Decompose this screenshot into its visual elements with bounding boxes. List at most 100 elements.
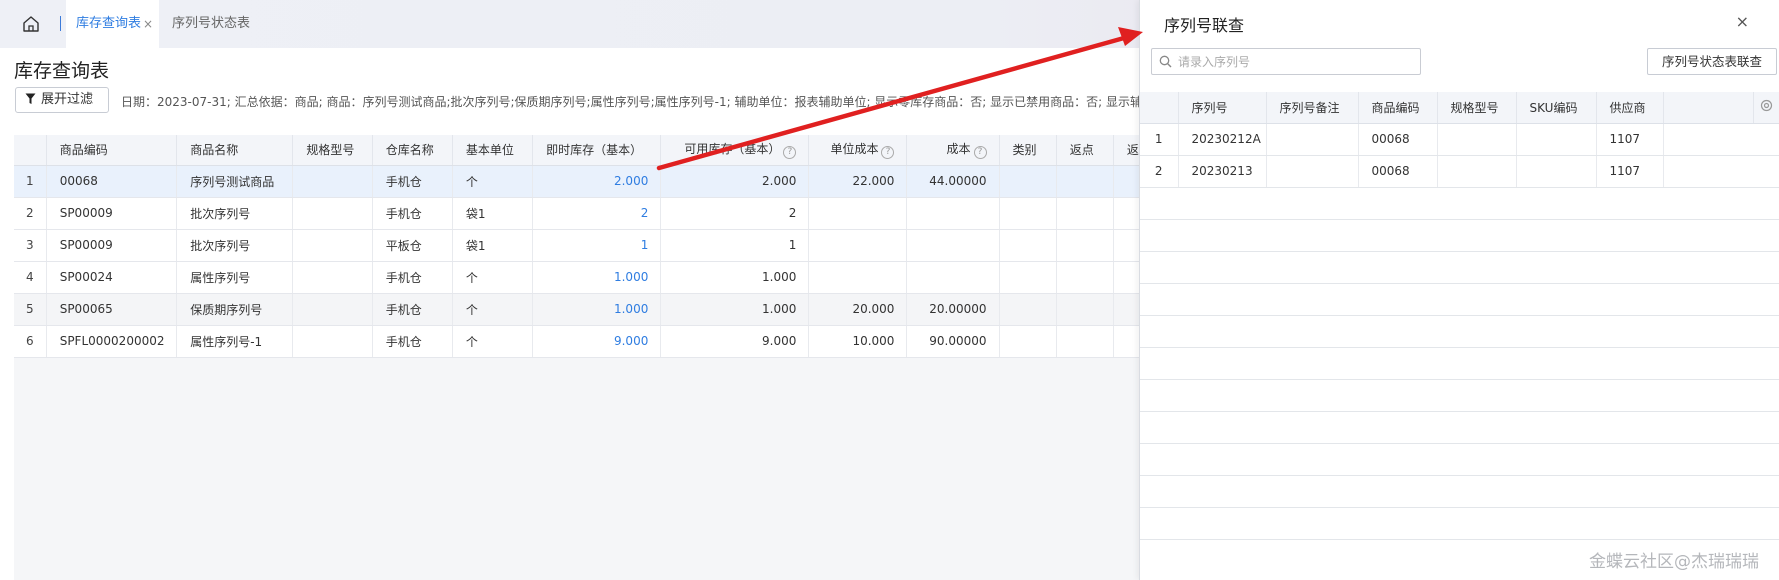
row-index: 5 bbox=[14, 293, 47, 326]
cell-spec bbox=[292, 293, 373, 326]
cell-available: 1 bbox=[660, 229, 810, 262]
table-row[interactable]: 3 SP00009 批次序列号 平板仓 袋1 1 1 bbox=[14, 229, 1141, 262]
col-header-code[interactable]: 商品编码 bbox=[1358, 92, 1438, 124]
col-header-code[interactable]: 商品编码 bbox=[46, 135, 178, 166]
cell-more bbox=[1113, 293, 1141, 326]
help-icon[interactable]: ? bbox=[881, 146, 895, 160]
cell-stock[interactable]: 2.000 bbox=[532, 165, 662, 198]
cell-more bbox=[1113, 197, 1141, 230]
cell-category bbox=[999, 165, 1057, 198]
cell-stock[interactable]: 2 bbox=[532, 197, 662, 230]
cell-serial: 20230213 bbox=[1178, 155, 1267, 188]
tab-label: 序列号状态表 bbox=[172, 16, 251, 31]
col-header-available[interactable]: 可用库存（基本）? bbox=[660, 135, 810, 166]
cell-serial: 20230212A bbox=[1178, 123, 1267, 156]
cell-category bbox=[999, 293, 1057, 326]
col-header-more[interactable]: 返 bbox=[1113, 135, 1141, 166]
tab-serial-status[interactable]: 序列号状态表 bbox=[172, 0, 250, 48]
cell-name: 属性序列号 bbox=[176, 261, 294, 294]
help-icon[interactable]: ? bbox=[783, 146, 797, 160]
col-header-index bbox=[1140, 92, 1179, 124]
empty-cell bbox=[1140, 379, 1779, 412]
help-icon[interactable]: ? bbox=[973, 146, 987, 160]
col-header-serial[interactable]: 序列号 bbox=[1178, 92, 1267, 124]
col-header-rebate[interactable]: 返点 bbox=[1056, 135, 1114, 166]
cell-unit-cost bbox=[808, 261, 908, 294]
cell-unit-cost: 22.000 bbox=[808, 165, 908, 198]
cell-stock[interactable]: 9.000 bbox=[532, 325, 662, 358]
empty-row bbox=[1140, 507, 1779, 540]
col-header-cost[interactable]: 成本? bbox=[906, 135, 1000, 166]
cell-spec bbox=[1437, 155, 1517, 188]
serial-search-input[interactable] bbox=[1178, 52, 1414, 71]
serial-grid-header-row: 序列号 序列号备注 商品编码 规格型号 SKU编码 供应商 bbox=[1140, 92, 1779, 124]
col-header-serial-note[interactable]: 序列号备注 bbox=[1266, 92, 1359, 124]
table-row[interactable]: 4 SP00024 属性序列号 手机仓个 1.000 1.000 bbox=[14, 261, 1141, 294]
cell-spec bbox=[292, 165, 373, 198]
row-index: 2 bbox=[1140, 155, 1179, 188]
empty-row bbox=[1140, 475, 1779, 508]
cell-more bbox=[1113, 261, 1141, 294]
empty-row bbox=[1140, 251, 1779, 284]
table-row[interactable]: 5 SP00065 保质期序列号 手机仓个 1.000 1.000 20.000 20.000… bbox=[14, 293, 1141, 326]
col-header-warehouse[interactable]: 仓库名称 bbox=[372, 135, 453, 166]
col-header-category[interactable]: 类别 bbox=[999, 135, 1057, 166]
serial-lookup-panel: 序列号联查 × 序列号状态表联查 序列号 序列号备注 商品编码 规格型号 SKU… bbox=[1139, 0, 1779, 580]
row-index: 1 bbox=[14, 165, 47, 198]
empty-row bbox=[1140, 315, 1779, 348]
tab-close-icon[interactable]: × bbox=[143, 0, 153, 48]
col-header-unit-cost[interactable]: 单位成本? bbox=[808, 135, 908, 166]
cell-code: SP00024 bbox=[46, 261, 178, 294]
col-header-supplier[interactable]: 供应商 bbox=[1596, 92, 1664, 124]
close-icon[interactable]: × bbox=[1736, 12, 1749, 31]
home-icon bbox=[23, 16, 39, 32]
cell-stock[interactable]: 1.000 bbox=[532, 261, 662, 294]
table-row[interactable]: 1 00068 序列号测试商品 手机仓个 2.000 2.000 22.000 44.0000… bbox=[14, 165, 1141, 198]
empty-cell bbox=[1140, 507, 1779, 540]
col-header-unit-cost-label: 单位成本 bbox=[830, 142, 879, 157]
table-row[interactable]: 2 20230213 00068 1107 bbox=[1140, 155, 1779, 188]
cell-stock[interactable]: 1 bbox=[532, 229, 662, 262]
cell-spec bbox=[292, 197, 373, 230]
empty-cell bbox=[1140, 315, 1779, 348]
empty-cell bbox=[1140, 475, 1779, 508]
cell-supplier: 1107 bbox=[1596, 155, 1664, 188]
expand-filter-button[interactable]: 展开过滤 bbox=[15, 87, 109, 113]
tab-inventory-query[interactable]: 库存查询表 × bbox=[66, 0, 159, 48]
empty-cell bbox=[1140, 411, 1779, 444]
col-header-sku[interactable]: SKU编码 bbox=[1516, 92, 1597, 124]
serial-status-link-button[interactable]: 序列号状态表联查 bbox=[1647, 48, 1777, 75]
empty-row bbox=[1140, 411, 1779, 444]
col-header-index bbox=[14, 135, 47, 166]
col-header-unit[interactable]: 基本单位 bbox=[452, 135, 534, 166]
cell-warehouse: 手机仓 bbox=[372, 293, 453, 326]
cell-cost bbox=[906, 261, 1000, 294]
col-header-name[interactable]: 商品名称 bbox=[176, 135, 294, 166]
col-header-spec[interactable]: 规格型号 bbox=[292, 135, 373, 166]
table-row[interactable]: 2 SP00009 批次序列号 手机仓 袋1 2 2 bbox=[14, 197, 1141, 230]
cell-more bbox=[1113, 229, 1141, 262]
cell-name: 保质期序列号 bbox=[176, 293, 294, 326]
table-row[interactable]: 1 20230212A 00068 1107 bbox=[1140, 123, 1779, 156]
cell-unit: 个 bbox=[452, 165, 534, 198]
row-index: 1 bbox=[1140, 123, 1179, 156]
col-header-spec[interactable]: 规格型号 bbox=[1437, 92, 1517, 124]
table-row[interactable]: 6 SPFL0000200002 属性序列号-1 手机仓个 9.000 9.000 10.0… bbox=[14, 325, 1141, 358]
cell-code: 00068 bbox=[1358, 123, 1438, 156]
empty-cell bbox=[1140, 283, 1779, 316]
cell-more bbox=[1113, 325, 1141, 358]
cell-stock[interactable]: 1.000 bbox=[532, 293, 662, 326]
cell-unit: 个 bbox=[452, 325, 534, 358]
cell-sku bbox=[1516, 155, 1597, 188]
cell-name: 属性序列号-1 bbox=[176, 325, 294, 358]
empty-row bbox=[1140, 187, 1779, 220]
cell-unit: 袋1 bbox=[452, 197, 534, 230]
cell-warehouse: 手机仓 bbox=[372, 197, 453, 230]
cell-code: SPFL0000200002 bbox=[46, 325, 178, 358]
cell-rebate bbox=[1056, 229, 1114, 262]
cell-unit-cost bbox=[808, 197, 908, 230]
home-button[interactable] bbox=[20, 13, 42, 35]
empty-row bbox=[1140, 379, 1779, 412]
col-header-stock[interactable]: 即时库存（基本） bbox=[532, 135, 662, 166]
column-settings-button[interactable] bbox=[1753, 92, 1779, 124]
